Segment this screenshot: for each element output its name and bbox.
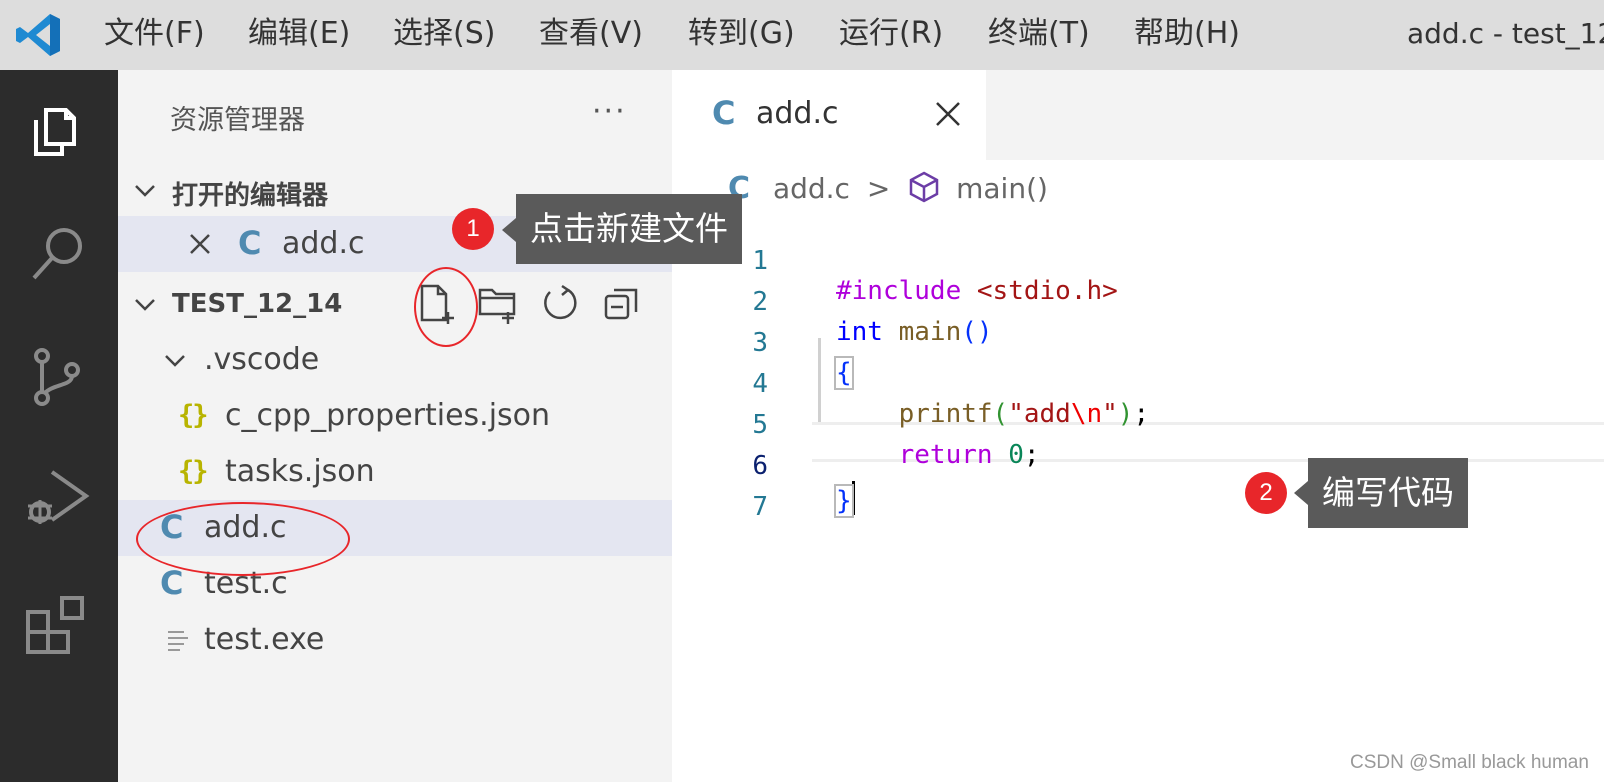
breadcrumb: C add.c > main() — [728, 170, 1048, 212]
breadcrumb-symbol[interactable]: main() — [956, 172, 1048, 205]
breadcrumb-separator: > — [866, 172, 891, 205]
lines-icon — [168, 631, 188, 651]
text-cursor — [851, 481, 855, 515]
step-badge: 2 — [1245, 472, 1287, 514]
highlight-ring — [136, 502, 350, 576]
activity-bar — [0, 70, 118, 782]
code-token: \n — [1070, 399, 1103, 429]
file-item[interactable]: test.exe — [118, 612, 672, 668]
explorer-sidebar: 资源管理器 ··· 打开的编辑器 C add.c TEST_12_14 .vsc… — [118, 70, 672, 782]
sidebar-title: 资源管理器 — [170, 105, 305, 136]
close-icon[interactable] — [188, 232, 212, 256]
file-item[interactable]: {} tasks.json — [118, 444, 672, 500]
code-token: "add — [1008, 399, 1071, 429]
json-file-icon: {} — [178, 400, 208, 431]
code-token: int — [836, 317, 883, 347]
callout-new-file: 点击新建文件 — [516, 194, 742, 264]
callout-pointer — [1294, 481, 1308, 505]
more-actions-button[interactable]: ··· — [592, 94, 627, 129]
menu-selection[interactable]: 选择(S) — [393, 12, 495, 56]
run-debug-icon[interactable] — [22, 460, 94, 532]
code-token: " — [1102, 399, 1118, 429]
chevron-down-icon — [135, 185, 155, 197]
code-token: return — [898, 440, 993, 470]
step-badge: 1 — [452, 208, 494, 250]
code-token: <stdio.h> — [976, 276, 1118, 306]
code-token: () — [961, 317, 993, 347]
code-token: #include — [836, 276, 977, 306]
code-line[interactable]: 6 } — [672, 421, 855, 518]
tab-add-c[interactable]: C add.c — [672, 70, 986, 160]
code-token: main — [898, 317, 962, 347]
new-folder-icon[interactable] — [476, 282, 520, 326]
editor-area: C add.c C add.c > main() 1 #include <std… — [672, 70, 1604, 782]
code-token: ; — [1133, 399, 1150, 429]
menu-bar: 文件(F) 编辑(E) 选择(S) 查看(V) 转到(G) 运行(R) 终端(T… — [0, 0, 1604, 70]
code-token: 0 — [1008, 440, 1024, 470]
menu-edit[interactable]: 编辑(E) — [248, 12, 350, 56]
menu-run[interactable]: 运行(R) — [839, 12, 943, 56]
code-token: ; — [1023, 440, 1040, 470]
menu-help[interactable]: 帮助(H) — [1134, 12, 1240, 56]
chevron-down-icon — [165, 355, 185, 367]
c-file-icon: C — [160, 564, 184, 602]
callout-write-code: 编写代码 — [1308, 458, 1468, 528]
code-token: ( — [992, 399, 1009, 429]
menu-terminal[interactable]: 终端(T) — [988, 12, 1090, 56]
close-icon[interactable] — [934, 100, 962, 128]
highlight-ring — [414, 267, 478, 347]
code-line[interactable]: 3 { — [672, 298, 854, 390]
open-editors-label: 打开的编辑器 — [172, 181, 329, 211]
explorer-icon[interactable] — [22, 96, 94, 168]
folder-header[interactable]: TEST_12_14 — [118, 280, 672, 330]
code-token: } — [834, 484, 854, 518]
menu-view[interactable]: 查看(V) — [539, 12, 643, 56]
json-file-icon: {} — [178, 456, 208, 487]
indent-guide — [818, 338, 821, 422]
watermark: CSDN @Small black human — [1350, 752, 1589, 773]
breadcrumb-file[interactable]: add.c — [773, 172, 850, 205]
tab-bar: C add.c — [672, 70, 1604, 160]
extensions-icon[interactable] — [22, 590, 94, 662]
source-control-icon[interactable] — [22, 340, 94, 412]
folder-vscode[interactable]: .vscode — [118, 332, 672, 388]
cube-icon — [909, 171, 939, 203]
refresh-icon[interactable] — [538, 282, 582, 326]
file-name: test.exe — [204, 622, 325, 657]
code-line[interactable]: 4 printf("add\n"); — [672, 339, 1149, 429]
code-line[interactable]: 5 return 0; — [672, 380, 1039, 470]
code-token: { — [834, 356, 854, 390]
file-item[interactable]: {} c_cpp_properties.json — [118, 388, 672, 444]
folder-name: .vscode — [204, 342, 320, 377]
c-file-icon: C — [712, 94, 736, 132]
code-token: ) — [1117, 399, 1134, 429]
file-name: c_cpp_properties.json — [225, 398, 551, 433]
open-editor-filename: add.c — [282, 226, 365, 261]
code-line[interactable]: 7 — [672, 462, 768, 522]
code-token: printf — [898, 399, 993, 429]
vscode-logo-icon — [14, 10, 64, 60]
chevron-down-icon — [135, 299, 155, 311]
menu-file[interactable]: 文件(F) — [104, 12, 205, 56]
file-name: tasks.json — [225, 454, 375, 489]
tab-label: add.c — [756, 96, 839, 131]
callout-pointer — [502, 218, 516, 242]
folder-label: TEST_12_14 — [172, 289, 343, 319]
window-title: add.c - test_12 — [1407, 17, 1604, 50]
menu-go[interactable]: 转到(G) — [688, 12, 795, 56]
search-icon[interactable] — [22, 216, 94, 288]
collapse-all-icon[interactable] — [600, 282, 644, 326]
c-file-icon: C — [238, 224, 262, 262]
line-number: 7 — [752, 492, 768, 522]
